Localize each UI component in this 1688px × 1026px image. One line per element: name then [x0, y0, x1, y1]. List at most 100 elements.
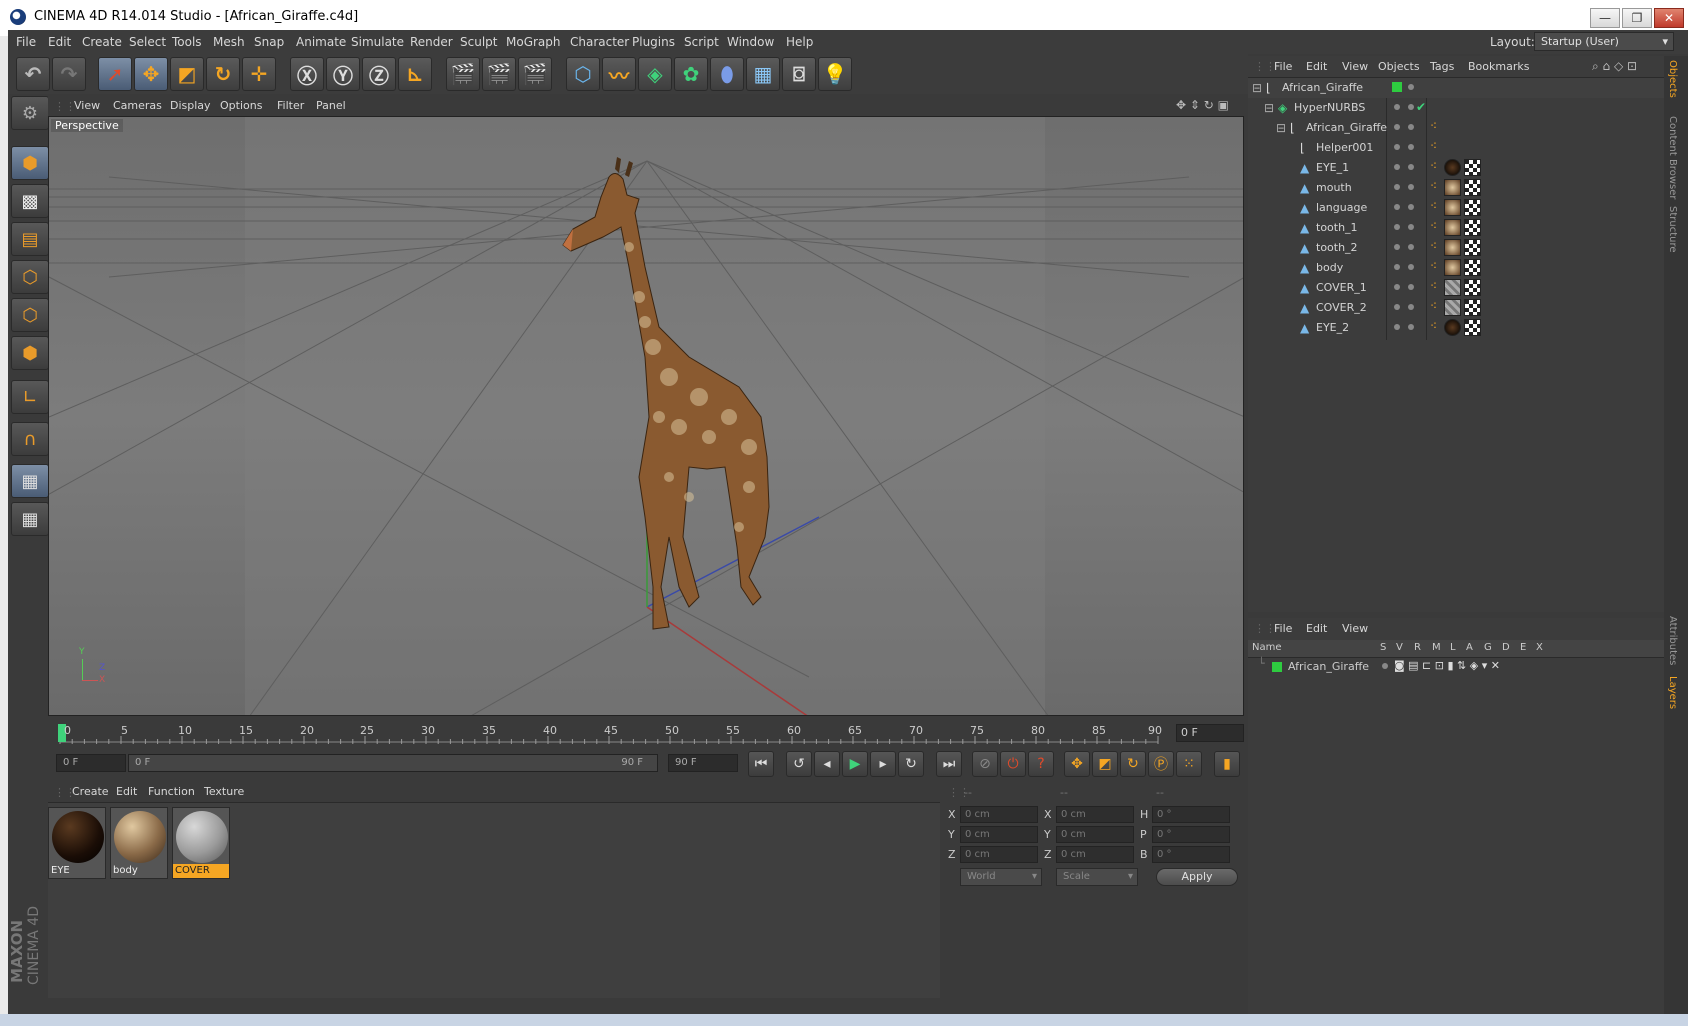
go-to-start-button[interactable]: ⏮ [748, 751, 774, 777]
make-editable-button[interactable]: ⚙ [11, 96, 49, 130]
start-frame-field[interactable]: 0 F [56, 754, 126, 772]
texture-mode-button[interactable]: ▩ [11, 184, 49, 218]
object-menu-view[interactable]: View [1342, 60, 1368, 73]
size-x-field[interactable]: 0 cm [1056, 806, 1134, 823]
previous-key-button[interactable]: ↺ [786, 751, 812, 777]
eye-material-tag[interactable] [1444, 319, 1461, 336]
layer-menu-view[interactable]: View [1342, 622, 1368, 635]
viewport-menu-cameras[interactable]: Cameras [113, 99, 162, 112]
render-dot[interactable] [1408, 164, 1414, 170]
menu-snap[interactable]: Snap [254, 35, 284, 49]
render-dot[interactable] [1408, 304, 1414, 310]
layer-menu-edit[interactable]: Edit [1306, 622, 1327, 635]
pos-y-field[interactable]: 0 cm [960, 826, 1038, 843]
phong-tag-icon[interactable]: ⁖ [1430, 219, 1437, 233]
render-dot[interactable] [1408, 104, 1414, 110]
viewport-nav-icons[interactable]: ✥ ⇕ ↻ ▣ [1176, 98, 1229, 112]
material-eye[interactable]: EYE [48, 807, 106, 879]
scale-tool-button[interactable]: ◩ [170, 57, 204, 91]
render-view-button[interactable]: 🎬 [446, 57, 480, 91]
render-picture-viewer-button[interactable]: 🎬 [482, 57, 516, 91]
rot-b-field[interactable]: 0 ° [1152, 846, 1230, 863]
layer-color-swatch[interactable] [1272, 662, 1282, 672]
visibility-dot[interactable] [1394, 104, 1400, 110]
uvw-tag[interactable] [1464, 239, 1481, 256]
next-frame-button[interactable]: ▸ [870, 751, 896, 777]
perspective-viewport[interactable]: Perspective Y X Z [48, 116, 1244, 716]
transform-mode-select[interactable]: Scale ▾ [1056, 868, 1138, 886]
record-active-button[interactable]: ⊘ [972, 751, 998, 777]
object-row[interactable]: ▲ EYE_1 ⁖ [1248, 158, 1664, 178]
x-axis-lock-button[interactable]: Ⓧ [290, 57, 324, 91]
next-key-button[interactable]: ↻ [898, 751, 924, 777]
visibility-dot[interactable] [1394, 204, 1400, 210]
size-y-field[interactable]: 0 cm [1056, 826, 1134, 843]
body-material-tag[interactable] [1444, 219, 1461, 236]
restore-button[interactable]: ❐ [1622, 8, 1652, 28]
object-row[interactable]: ⊟ ⌊ African_Giraffe [1248, 78, 1664, 98]
layer-menu-file[interactable]: File [1274, 622, 1292, 635]
visibility-dot[interactable] [1394, 224, 1400, 230]
menu-sculpt[interactable]: Sculpt [460, 35, 497, 49]
tab-content-browser[interactable]: Content Browser [1667, 116, 1678, 199]
object-row[interactable]: ⊟ ⌊ African_Giraffe ⁖ [1248, 118, 1664, 138]
tab-objects[interactable]: Objects [1667, 60, 1678, 98]
menu-mesh[interactable]: Mesh [213, 35, 245, 49]
render-dot[interactable] [1408, 264, 1414, 270]
workplane-lock-button[interactable]: ▦ [11, 464, 49, 498]
object-row[interactable]: ▲ EYE_2 ⁖ [1248, 318, 1664, 338]
menu-help[interactable]: Help [786, 35, 813, 49]
previous-frame-button[interactable]: ◂ [814, 751, 840, 777]
tab-layers[interactable]: Layers [1667, 676, 1678, 709]
menu-tools[interactable]: Tools [172, 35, 202, 49]
add-nurbs-button[interactable]: ◈ [638, 57, 672, 91]
undo-button[interactable]: ↶ [16, 57, 50, 91]
key-parameter-button[interactable]: Ⓟ [1148, 751, 1174, 777]
end-frame-field[interactable]: 90 F [668, 754, 738, 772]
visibility-dot[interactable] [1394, 244, 1400, 250]
render-dot[interactable] [1408, 244, 1414, 250]
pos-x-field[interactable]: 0 cm [960, 806, 1038, 823]
points-mode-button[interactable]: ⬡ [11, 260, 49, 294]
live-selection-button[interactable]: ➚ [98, 57, 132, 91]
move-tool-button[interactable]: ✥ [134, 57, 168, 91]
body-material-tag[interactable] [1444, 259, 1461, 276]
menu-file[interactable]: File [16, 35, 36, 49]
render-dot[interactable] [1408, 184, 1414, 190]
uvw-tag[interactable] [1464, 219, 1481, 236]
material-menu-texture[interactable]: Texture [204, 785, 244, 798]
autokey-button[interactable]: ⏻ [1000, 751, 1026, 777]
add-mograph-button[interactable]: ✿ [674, 57, 708, 91]
object-menu-bookmarks[interactable]: Bookmarks [1468, 60, 1529, 73]
add-camera-button[interactable]: ⌼ [782, 57, 816, 91]
body-material-tag[interactable] [1444, 179, 1461, 196]
visibility-dot[interactable] [1394, 324, 1400, 330]
visibility-dot[interactable] [1394, 284, 1400, 290]
object-row[interactable]: ▲ mouth ⁖ [1248, 178, 1664, 198]
object-row[interactable]: ⌊ Helper001 ⁖ [1248, 138, 1664, 158]
menu-character[interactable]: Character [570, 35, 629, 49]
object-row[interactable]: ▲ tooth_1 ⁖ [1248, 218, 1664, 238]
phong-tag-icon[interactable]: ⁖ [1430, 179, 1437, 193]
add-floor-button[interactable]: ▦ [746, 57, 780, 91]
play-button[interactable]: ▶ [842, 751, 868, 777]
timeline-ruler[interactable]: 0 5 10 15 20 25 30 35 40 45 50 55 60 65 … [48, 722, 1168, 746]
layout-select[interactable]: Startup (User) ▾ [1534, 32, 1674, 51]
menu-edit[interactable]: Edit [48, 35, 71, 49]
object-menu-file[interactable]: File [1274, 60, 1292, 73]
layer-row[interactable]: └ African_Giraffe ◙ ▤ ⊏ ⊡ ▮ ⇅ ◈ ▾ ✕ [1248, 657, 1664, 676]
material-body[interactable]: body [110, 807, 168, 879]
add-deformer-button[interactable]: ⬮ [710, 57, 744, 91]
axis-mode-button[interactable]: ∟ [11, 380, 49, 414]
phong-tag-icon[interactable]: ⁖ [1430, 259, 1437, 273]
object-menu-tags[interactable]: Tags [1430, 60, 1454, 73]
uvw-tag[interactable] [1464, 299, 1481, 316]
key-pla-button[interactable]: ⁙ [1176, 751, 1202, 777]
menu-select[interactable]: Select [129, 35, 166, 49]
eye-material-tag[interactable] [1444, 159, 1461, 176]
pos-z-field[interactable]: 0 cm [960, 846, 1038, 863]
menu-create[interactable]: Create [82, 35, 122, 49]
rotate-tool-button[interactable]: ↻ [206, 57, 240, 91]
uvw-tag[interactable] [1464, 259, 1481, 276]
viewport-menu-view[interactable]: View [74, 99, 100, 112]
